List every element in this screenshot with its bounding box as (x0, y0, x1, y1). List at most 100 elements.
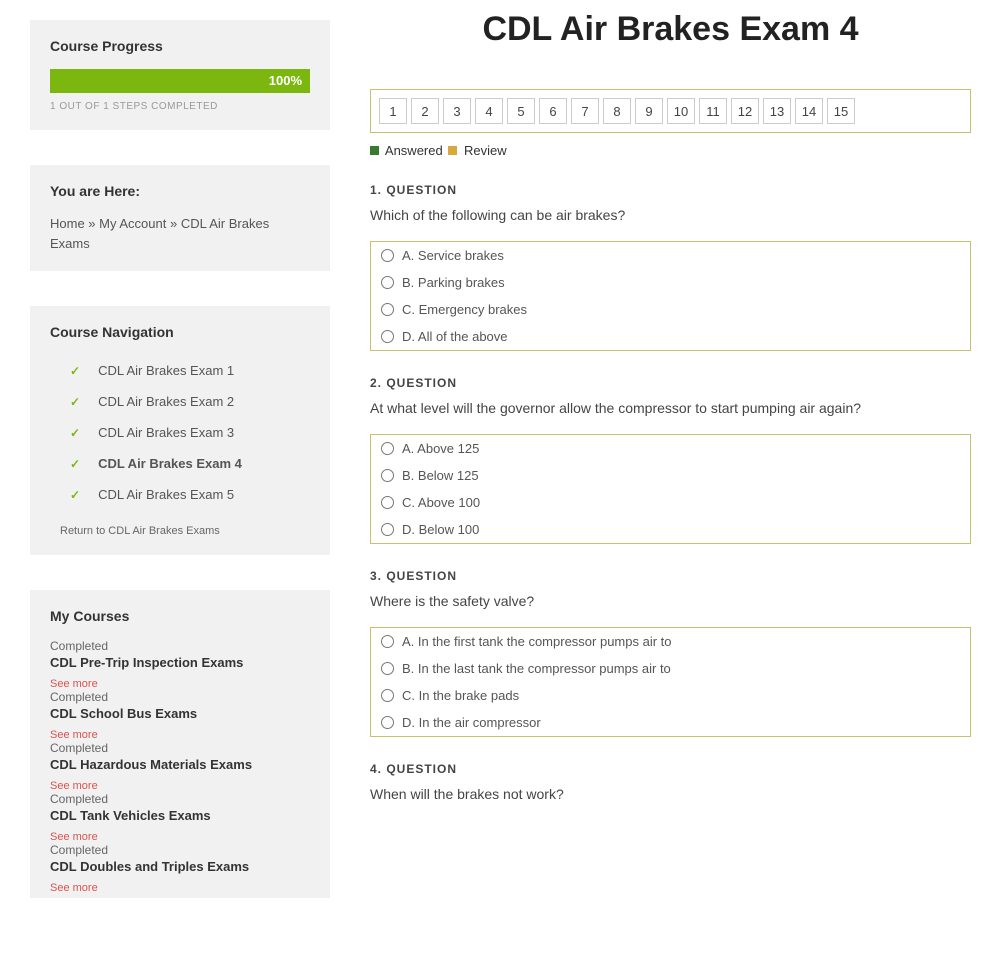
answer-text: C. In the brake pads (402, 688, 519, 703)
question-nav-item[interactable]: 4 (475, 98, 503, 124)
answer-radio[interactable] (381, 469, 394, 482)
question-label: 2. QUESTION (370, 376, 971, 390)
course-block: CompletedCDL Doubles and Triples Exams (50, 843, 310, 876)
answer-radio[interactable] (381, 249, 394, 262)
page-title: CDL Air Brakes Exam 4 (370, 10, 971, 49)
see-more-link[interactable]: See more (50, 678, 310, 690)
answer-radio[interactable] (381, 330, 394, 343)
answer-text: D. Below 100 (402, 522, 479, 537)
breadcrumb-account[interactable]: My Account (99, 216, 166, 231)
options-box: A. Above 125 B. Below 125 C. Above 100 D. B… (370, 434, 971, 544)
course-name[interactable]: CDL Doubles and Triples Exams (50, 857, 310, 876)
question-nav-item[interactable]: 10 (667, 98, 695, 124)
course-block: CompletedCDL School Bus Exams (50, 690, 310, 723)
see-more-link[interactable]: See more (50, 831, 310, 843)
answer-radio[interactable] (381, 442, 394, 455)
mycourses-title: My Courses (50, 608, 310, 624)
question-nav-item[interactable]: 3 (443, 98, 471, 124)
question-text: At what level will the governor allow th… (370, 400, 971, 416)
question-nav-item[interactable]: 15 (827, 98, 855, 124)
answered-indicator-icon (370, 146, 379, 155)
answer-radio[interactable] (381, 689, 394, 702)
question-nav-item[interactable]: 8 (603, 98, 631, 124)
question-nav-box: 123456789101112131415 (370, 89, 971, 133)
nav-item[interactable]: ✓CDL Air Brakes Exam 4 (50, 448, 310, 479)
answer-option[interactable]: A. In the first tank the compressor pump… (371, 628, 970, 655)
question-nav-item[interactable]: 6 (539, 98, 567, 124)
location-title: You are Here: (50, 183, 310, 199)
course-name[interactable]: CDL Tank Vehicles Exams (50, 806, 310, 825)
answer-option[interactable]: D. All of the above (371, 323, 970, 350)
answer-text: C. Emergency brakes (402, 302, 527, 317)
question-block: 1. QUESTION Which of the following can be… (370, 183, 971, 351)
see-more-link[interactable]: See more (50, 780, 310, 792)
course-status: Completed (50, 639, 310, 653)
nav-item[interactable]: ✓CDL Air Brakes Exam 2 (50, 386, 310, 417)
question-text: Which of the following can be air brakes… (370, 207, 971, 223)
question-nav-item[interactable]: 11 (699, 98, 727, 124)
nav-item-label: CDL Air Brakes Exam 3 (98, 425, 234, 440)
course-name[interactable]: CDL Pre-Trip Inspection Exams (50, 653, 310, 672)
answer-option[interactable]: A. Above 125 (371, 435, 970, 462)
course-name[interactable]: CDL Hazardous Materials Exams (50, 755, 310, 774)
legend-answered: Answered (385, 143, 443, 158)
return-link[interactable]: Return to CDL Air Brakes Exams (50, 525, 310, 537)
course-status: Completed (50, 690, 310, 704)
answer-text: D. All of the above (402, 329, 508, 344)
answer-radio[interactable] (381, 716, 394, 729)
answer-option[interactable]: D. In the air compressor (371, 709, 970, 736)
question-label: 3. QUESTION (370, 569, 971, 583)
answer-radio[interactable] (381, 635, 394, 648)
course-progress-widget: Course Progress 100% 1 OUT OF 1 STEPS CO… (30, 20, 330, 130)
answer-option[interactable]: C. Above 100 (371, 489, 970, 516)
answer-option[interactable]: A. Service brakes (371, 242, 970, 269)
question-nav-item[interactable]: 7 (571, 98, 599, 124)
answer-text: B. In the last tank the compressor pumps… (402, 661, 671, 676)
answer-text: D. In the air compressor (402, 715, 541, 730)
question-nav-item[interactable]: 14 (795, 98, 823, 124)
answer-option[interactable]: B. In the last tank the compressor pumps… (371, 655, 970, 682)
question-nav-item[interactable]: 2 (411, 98, 439, 124)
see-more-link[interactable]: See more (50, 729, 310, 741)
course-status: Completed (50, 843, 310, 857)
question-block: 4. QUESTIONWhen will the brakes not work… (370, 762, 971, 802)
progress-percent: 100% (269, 69, 302, 93)
answer-option[interactable]: B. Parking brakes (371, 269, 970, 296)
check-icon: ✓ (70, 395, 80, 409)
review-indicator-icon (448, 146, 457, 155)
answer-option[interactable]: C. In the brake pads (371, 682, 970, 709)
answer-text: C. Above 100 (402, 495, 480, 510)
see-more-link[interactable]: See more (50, 882, 310, 894)
question-label: 1. QUESTION (370, 183, 971, 197)
answer-option[interactable]: B. Below 125 (371, 462, 970, 489)
answer-radio[interactable] (381, 662, 394, 675)
answer-radio[interactable] (381, 276, 394, 289)
question-nav-item[interactable]: 12 (731, 98, 759, 124)
course-block: CompletedCDL Tank Vehicles Exams (50, 792, 310, 825)
answer-text: A. In the first tank the compressor pump… (402, 634, 672, 649)
options-box: A. Service brakes B. Parking brakes C. Eme… (370, 241, 971, 351)
course-name[interactable]: CDL School Bus Exams (50, 704, 310, 723)
question-nav-item[interactable]: 1 (379, 98, 407, 124)
progress-steps: 1 OUT OF 1 STEPS COMPLETED (50, 101, 310, 112)
nav-item[interactable]: ✓CDL Air Brakes Exam 1 (50, 355, 310, 386)
progress-title: Course Progress (50, 38, 310, 54)
answer-radio[interactable] (381, 303, 394, 316)
nav-item[interactable]: ✓CDL Air Brakes Exam 5 (50, 479, 310, 510)
check-icon: ✓ (70, 488, 80, 502)
answer-option[interactable]: D. Below 100 (371, 516, 970, 543)
question-nav-item[interactable]: 9 (635, 98, 663, 124)
question-nav-item[interactable]: 5 (507, 98, 535, 124)
answer-text: B. Below 125 (402, 468, 479, 483)
nav-item[interactable]: ✓CDL Air Brakes Exam 3 (50, 417, 310, 448)
question-nav-item[interactable]: 13 (763, 98, 791, 124)
answer-option[interactable]: C. Emergency brakes (371, 296, 970, 323)
answer-text: A. Service brakes (402, 248, 504, 263)
answer-radio[interactable] (381, 496, 394, 509)
answer-radio[interactable] (381, 523, 394, 536)
nav-item-label: CDL Air Brakes Exam 1 (98, 363, 234, 378)
progress-bar: 100% (50, 69, 310, 93)
nav-item-label: CDL Air Brakes Exam 4 (98, 456, 242, 471)
breadcrumb-home[interactable]: Home (50, 216, 85, 231)
breadcrumb: Home » My Account » CDL Air Brakes Exams (50, 214, 310, 253)
